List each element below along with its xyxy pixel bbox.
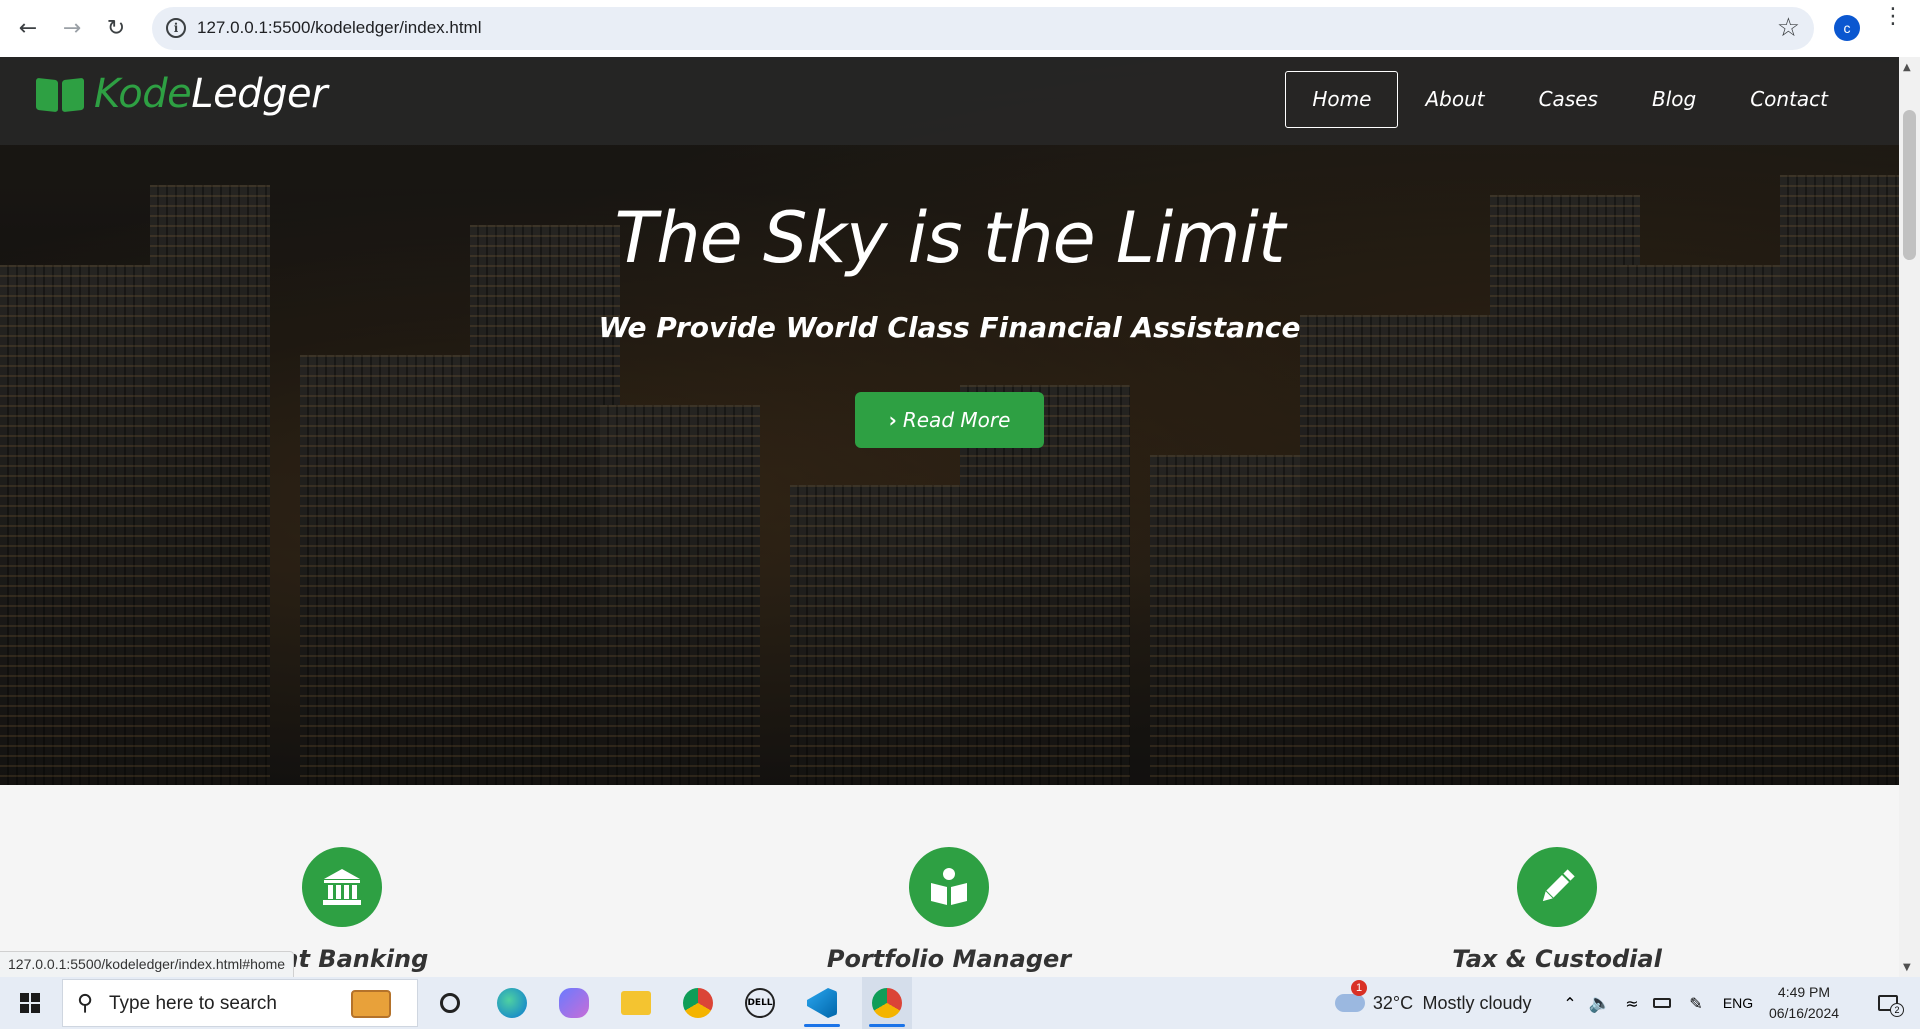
- edge-app[interactable]: [490, 977, 534, 1029]
- forward-arrow-icon[interactable]: →: [54, 10, 90, 46]
- start-button[interactable]: [0, 977, 60, 1029]
- taskbar-search[interactable]: ⚲ Type here to search: [62, 979, 418, 1027]
- site-info-icon[interactable]: i: [166, 18, 186, 38]
- weather-desc: Mostly cloudy: [1422, 992, 1532, 1013]
- battery-icon[interactable]: [1648, 977, 1676, 1029]
- scroll-down-arrow-icon[interactable]: ▼: [1903, 962, 1911, 973]
- task-view-button[interactable]: [428, 977, 472, 1029]
- nav-cases[interactable]: Cases: [1512, 71, 1625, 128]
- briefcase-icon: [351, 990, 391, 1018]
- notification-count: 2: [1890, 1003, 1904, 1017]
- system-clock[interactable]: 4:49 PM 06/16/2024: [1766, 982, 1842, 1024]
- address-url[interactable]: 127.0.0.1:5500/kodeledger/index.html: [197, 18, 481, 38]
- hero-section: The Sky is the Limit We Provide World Cl…: [0, 57, 1899, 785]
- link-status-url: 127.0.0.1:5500/kodeledger/index.html#hom…: [0, 951, 295, 977]
- feature-title: Tax & Custodial: [1452, 945, 1662, 973]
- cortana-circle-icon: [440, 993, 460, 1013]
- chevron-up-icon[interactable]: ⌃: [1558, 977, 1582, 1029]
- clock-date: 06/16/2024: [1768, 1005, 1840, 1021]
- speaker-icon[interactable]: 🔈: [1586, 977, 1614, 1029]
- weather-widget[interactable]: 1: [1330, 977, 1370, 1029]
- read-more-button[interactable]: › Read More: [855, 392, 1044, 448]
- search-icon: ⚲: [77, 991, 94, 1016]
- nav-menu: Home About Cases Blog Contact: [1285, 71, 1855, 128]
- page-viewport: The Sky is the Limit We Provide World Cl…: [0, 57, 1899, 977]
- site-navbar: KodeLedger Home About Cases Blog Contact: [0, 57, 1899, 145]
- nav-about[interactable]: About: [1398, 71, 1511, 128]
- feature-title: Portfolio Manager: [826, 945, 1072, 973]
- wifi-icon[interactable]: ≈: [1618, 977, 1646, 1029]
- brand-logo[interactable]: KodeLedger: [36, 71, 328, 117]
- copilot-app[interactable]: [552, 977, 596, 1029]
- pencil-icon: [1517, 847, 1597, 927]
- chevron-right-icon: ›: [888, 408, 897, 432]
- feature-portfolio-manager: Portfolio Manager: [749, 847, 1149, 973]
- copilot-icon: [559, 988, 589, 1018]
- nav-contact[interactable]: Contact: [1723, 71, 1855, 128]
- pen-icon[interactable]: ✎: [1682, 977, 1710, 1029]
- chrome-icon: [683, 988, 713, 1018]
- address-bar[interactable]: i 127.0.0.1:5500/kodeledger/index.html ☆: [152, 7, 1814, 50]
- weather-temp: 32°C: [1372, 992, 1414, 1013]
- open-book-icon: [36, 75, 84, 113]
- search-placeholder: Type here to search: [109, 993, 277, 1014]
- running-indicator: [869, 1024, 905, 1027]
- file-explorer-app[interactable]: [614, 977, 658, 1029]
- windows-taskbar: ⚲ Type here to search DELL 1 32°C Mostly…: [0, 977, 1920, 1029]
- notification-icon: 2: [1878, 995, 1904, 1017]
- vscode-app[interactable]: [800, 977, 844, 1029]
- windows-logo-icon: [20, 993, 40, 1013]
- hero-subtitle: We Provide World Class Financial Assista…: [598, 311, 1301, 344]
- nav-home[interactable]: Home: [1285, 71, 1399, 128]
- hero-title: The Sky is the Limit: [614, 197, 1286, 279]
- dell-icon: DELL: [745, 988, 775, 1018]
- vscode-icon: [807, 988, 837, 1018]
- profile-avatar[interactable]: c: [1834, 15, 1860, 41]
- browser-menu-icon[interactable]: ⋮: [1882, 6, 1904, 28]
- cloud-icon: 1: [1335, 980, 1367, 1012]
- edge-icon: [497, 988, 527, 1018]
- bank-icon: [302, 847, 382, 927]
- read-more-label: Read More: [902, 408, 1011, 432]
- bookmark-star-icon[interactable]: ☆: [1777, 13, 1800, 43]
- nav-blog[interactable]: Blog: [1625, 71, 1723, 128]
- book-reader-icon: [909, 847, 989, 927]
- feature-tax-custodial: Tax & Custodial: [1357, 847, 1757, 973]
- scroll-up-arrow-icon[interactable]: ▲: [1903, 62, 1911, 73]
- chrome-icon: [872, 988, 902, 1018]
- folder-icon: [621, 991, 651, 1015]
- weather-alert-badge: 1: [1351, 980, 1367, 996]
- dell-app[interactable]: DELL: [738, 977, 782, 1029]
- back-arrow-icon[interactable]: ←: [10, 10, 46, 46]
- notification-center[interactable]: 2: [1866, 977, 1910, 1029]
- brand-name-ledger: Ledger: [191, 71, 328, 117]
- scrollbar-thumb[interactable]: [1903, 110, 1916, 260]
- reload-icon[interactable]: ↻: [98, 10, 134, 46]
- browser-toolbar: ← → ↻ i 127.0.0.1:5500/kodeledger/index.…: [0, 0, 1920, 57]
- chrome-profile-app[interactable]: [862, 977, 912, 1029]
- clock-time: 4:49 PM: [1777, 984, 1831, 1000]
- language-indicator[interactable]: ENG: [1718, 977, 1758, 1029]
- chrome-app[interactable]: [676, 977, 720, 1029]
- brand-name-kode: Kode: [94, 71, 192, 117]
- running-indicator: [804, 1024, 840, 1027]
